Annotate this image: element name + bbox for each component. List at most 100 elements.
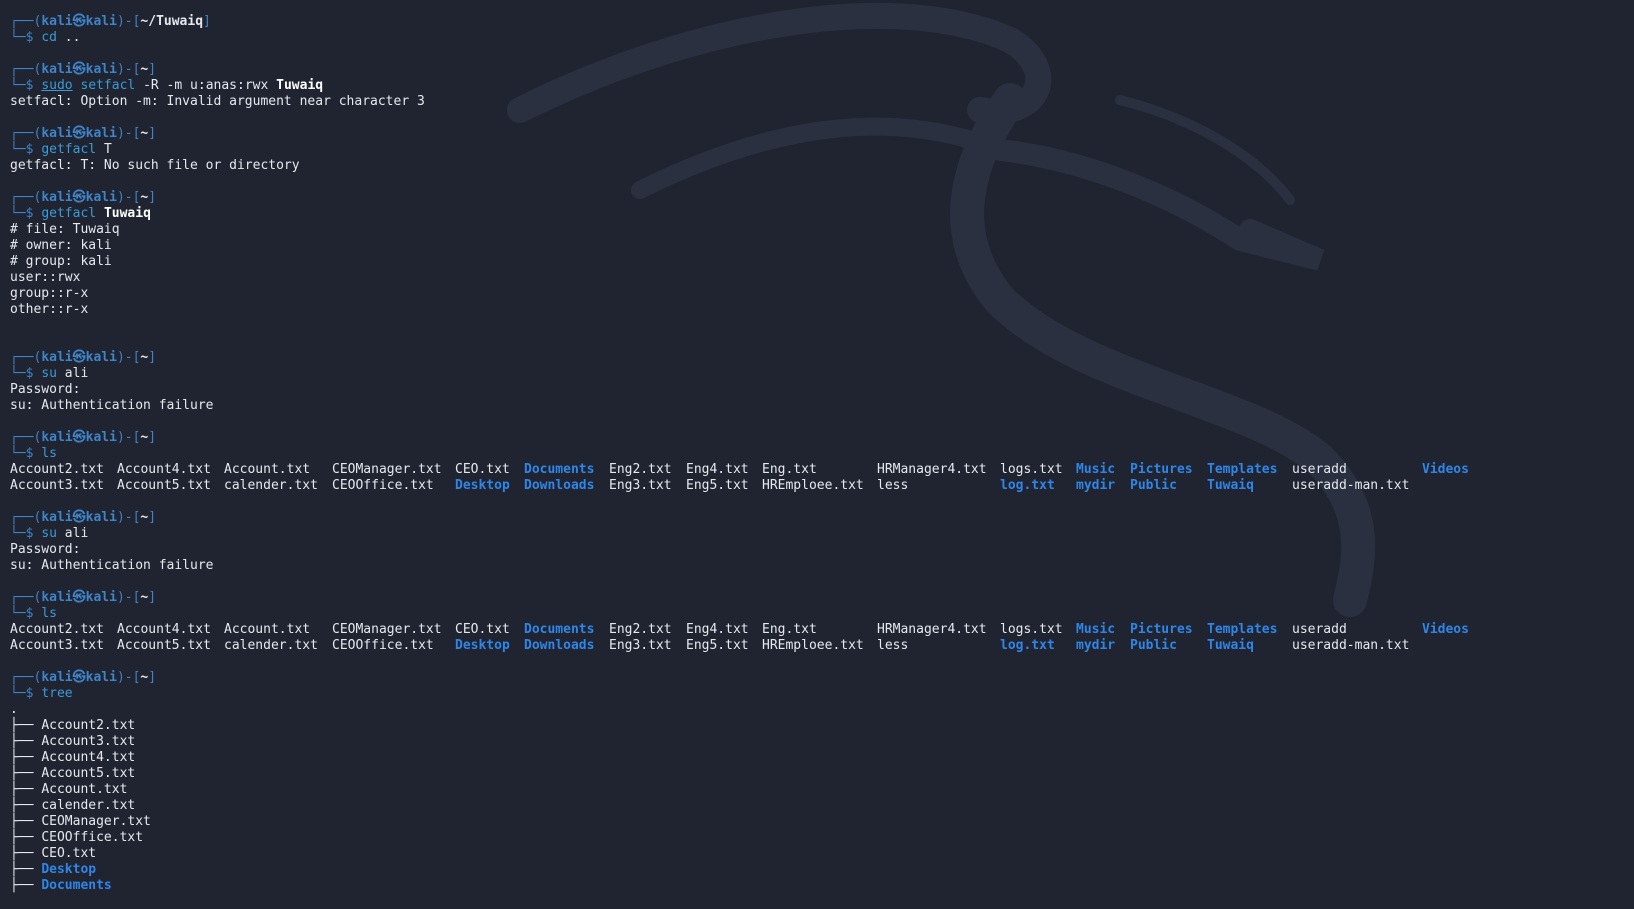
prompt-frame: ┌──( (10, 62, 42, 77)
command-args: ali (64, 366, 89, 381)
command-line: └─$ cd .. (10, 30, 1624, 46)
prompt-frame: )-[ (116, 590, 141, 605)
prompt-symbol: └─$ (10, 142, 42, 157)
prompt-user-host: kali㉿kali (41, 590, 117, 605)
prompt-frame: ] (148, 510, 157, 525)
prompt-frame: ] (148, 62, 157, 77)
tree-directory: Documents (41, 878, 112, 893)
prompt-symbol: └─$ (10, 526, 42, 541)
prompt-frame: )-[ (116, 14, 141, 29)
tree-file: Account.txt (41, 782, 128, 797)
prompt-symbol: └─$ (10, 78, 42, 93)
ls-file: Eng4.txt (686, 462, 749, 477)
command-arg-bold: Tuwaiq (276, 78, 324, 93)
ls-directory: Music (1076, 622, 1116, 637)
command-args: .. (64, 30, 81, 45)
ls-directory: mydir (1076, 478, 1116, 493)
ls-file: Account.txt (224, 462, 311, 477)
ls-file: Account4.txt (117, 462, 211, 477)
prompt-frame: )-[ (116, 670, 141, 685)
tree-item: ├── Account2.txt (10, 718, 1624, 734)
tree-item: ├── CEO.txt (10, 846, 1624, 862)
tree-directory: Desktop (41, 862, 97, 877)
tree-branch: ├── (10, 718, 42, 733)
tree-branch: ├── (10, 814, 42, 829)
tree-branch: ├── (10, 846, 42, 861)
command-name: su (41, 366, 57, 381)
ls-directory: log.txt (1000, 478, 1055, 493)
tree-file: Account2.txt (41, 718, 136, 733)
prompt-user-host: kali㉿kali (41, 510, 117, 525)
ls-directory: Documents (524, 462, 595, 477)
output-line: su: Authentication failure (10, 398, 214, 413)
prompt-frame: ] (148, 126, 157, 141)
ls-file: CEO.txt (455, 462, 510, 477)
tree-file: Account3.txt (41, 734, 136, 749)
command-line: └─$ getfacl T (10, 142, 1624, 158)
ls-file: Account.txt (224, 622, 311, 637)
prompt-symbol: └─$ (10, 606, 42, 621)
prompt-header: ┌──(kali㉿kali)-[~] (10, 190, 1624, 206)
prompt-frame: ┌──( (10, 14, 42, 29)
prompt-frame: ┌──( (10, 510, 42, 525)
ls-directory: Downloads (524, 638, 595, 653)
tree-branch: ├── (10, 862, 42, 877)
prompt-header: ┌──(kali㉿kali)-[~/Tuwaiq] (10, 14, 1624, 30)
ls-directory: Templates (1207, 462, 1278, 477)
prompt-user-host: kali㉿kali (41, 126, 117, 141)
ls-directory: Downloads (524, 478, 595, 493)
tree-branch: ├── (10, 734, 42, 749)
tree-branch: ├── (10, 766, 42, 781)
ls-file: Account3.txt (10, 638, 104, 653)
ls-file: logs.txt (1000, 622, 1063, 637)
prompt-user-host: kali㉿kali (41, 14, 117, 29)
ls-file: useradd (1292, 462, 1347, 477)
prompt-frame: ┌──( (10, 190, 42, 205)
tree-item: ├── Desktop (10, 862, 1624, 878)
ls-file: Account2.txt (10, 462, 104, 477)
ls-file: CEOOffice.txt (332, 638, 434, 653)
prompt-frame: ┌──( (10, 430, 42, 445)
ls-directory: Tuwaiq (1207, 638, 1254, 653)
tree-branch: ├── (10, 782, 42, 797)
output-line: # file: Tuwaiq (10, 222, 120, 237)
ls-directory: Desktop (455, 478, 510, 493)
ls-file: useradd-man.txt (1292, 638, 1410, 653)
ls-directory: Public (1130, 478, 1177, 493)
prompt-user-host: kali㉿kali (41, 350, 117, 365)
tree-item: ├── CEOManager.txt (10, 814, 1624, 830)
ls-file: useradd (1292, 622, 1347, 637)
ls-row: Account3.txt Account5.txt calender.txt CEOO… (10, 478, 1624, 494)
terminal-output[interactable]: ┌──(kali㉿kali)-[~/Tuwaiq] └─$ cd .. ┌──(ka… (10, 14, 1624, 894)
command-line: └─$ ls (10, 446, 1624, 462)
ls-file: HRManager4.txt (877, 622, 987, 637)
ls-directory: Pictures (1130, 462, 1193, 477)
ls-file: Account5.txt (117, 638, 211, 653)
output-line: group::r-x (10, 286, 89, 301)
prompt-user-host: kali㉿kali (41, 62, 117, 77)
prompt-frame: )-[ (116, 350, 141, 365)
prompt-header: ┌──(kali㉿kali)-[~] (10, 590, 1624, 606)
command-args: T (103, 142, 112, 157)
tree-branch: ├── (10, 750, 42, 765)
prompt-user-host: kali㉿kali (41, 190, 117, 205)
tree-item: ├── calender.txt (10, 798, 1624, 814)
ls-file: calender.txt (224, 478, 318, 493)
prompt-header: ┌──(kali㉿kali)-[~] (10, 62, 1624, 78)
tree-file: CEOManager.txt (41, 814, 151, 829)
command-line: └─$ ls (10, 606, 1624, 622)
ls-directory: Pictures (1130, 622, 1193, 637)
tree-file: CEO.txt (41, 846, 97, 861)
prompt-frame: ┌──( (10, 670, 42, 685)
ls-file: less (877, 478, 909, 493)
command-name: setfacl (80, 78, 136, 93)
tree-root: . (10, 702, 18, 717)
output-line: Password: (10, 382, 81, 397)
tree-file: CEOOffice.txt (41, 830, 144, 845)
prompt-user-host: kali㉿kali (41, 670, 117, 685)
